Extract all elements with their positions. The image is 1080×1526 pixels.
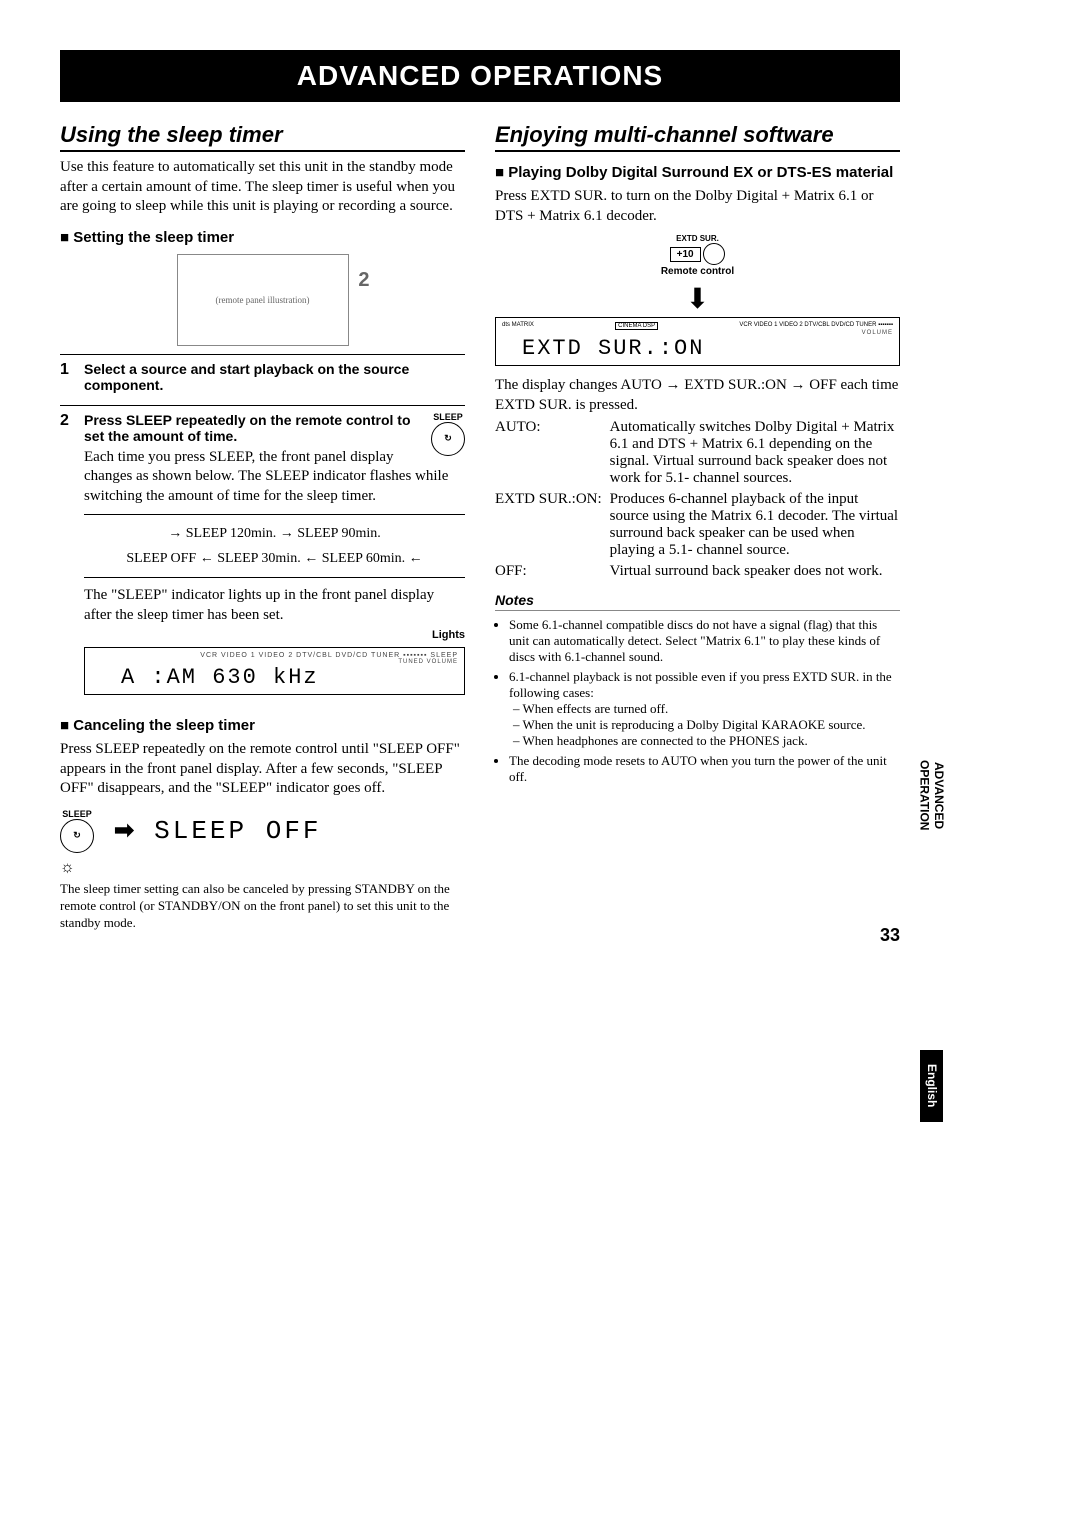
arrow-icon: ➡ — [114, 816, 134, 845]
side-tab-line2: OPERATION — [918, 760, 932, 830]
sleep-cycle-diagram: → SLEEP 120min. → SLEEP 90min. SLEEP OFF… — [84, 514, 465, 578]
remote-top-label: EXTD SUR. — [495, 234, 900, 243]
tip-text: The sleep timer setting can also be canc… — [60, 881, 465, 932]
page-number: 33 — [880, 925, 900, 946]
cancel-body: Press SLEEP repeatedly on the remote con… — [60, 740, 465, 799]
remote-diagram: (remote panel illustration) 2 — [177, 254, 349, 346]
cancel-sleep-head: Canceling the sleep timer — [60, 717, 465, 734]
side-tab-line1: ADVANCED — [932, 762, 946, 829]
lcd2-left: dts MATRIX — [502, 322, 534, 330]
cycle-line-1: → SLEEP 120min. → SLEEP 90min. — [84, 521, 465, 546]
lcd2-cinema: CINEMA DSP — [615, 322, 658, 330]
section-title-multichannel: Enjoying multi-channel software — [495, 122, 900, 152]
sleep-btn-label-2: SLEEP — [62, 809, 92, 819]
front-panel-display-2: dts MATRIX CINEMA DSP VCR VIDEO 1 VIDEO … — [495, 317, 900, 366]
note-2-text: 6.1-channel playback is not possible eve… — [509, 669, 892, 700]
left-column: Using the sleep timer Use this feature t… — [60, 122, 465, 936]
step-2-body: Each time you press SLEEP, the front pan… — [84, 448, 465, 507]
def-val-auto: Automatically switches Dolby Digital + M… — [610, 419, 900, 487]
display-cycle-text: The display changes AUTO → EXTD SUR.:ON … — [495, 376, 900, 415]
page-banner: ADVANCED OPERATIONS — [60, 50, 900, 102]
step-2: 2 SLEEP ↻ Press SLEEP repeatedly on the … — [60, 405, 465, 706]
remote-plus10-button: +10 — [670, 247, 701, 262]
lights-label: Lights — [84, 629, 465, 641]
playing-head: Playing Dolby Digital Surround EX or DTS… — [495, 164, 900, 181]
sleep-icon-label: SLEEP — [433, 412, 463, 422]
side-tab-advanced: ADVANCED OPERATION — [917, 760, 946, 830]
notes-list: Some 6.1-channel compatible discs do not… — [495, 617, 900, 785]
def-key-off: OFF: — [495, 563, 602, 580]
after-cycle-text: The "SLEEP" indicator lights up in the f… — [84, 586, 465, 625]
note-1: Some 6.1-channel compatible discs do not… — [509, 617, 900, 665]
playing-body: Press EXTD SUR. to turn on the Dolby Dig… — [495, 187, 900, 226]
side-tab-english: English — [920, 1050, 942, 1121]
def-key-auto: AUTO: — [495, 419, 602, 487]
down-arrow-icon: ⬇ — [495, 289, 900, 311]
step-2-number: 2 — [60, 412, 74, 706]
tip-icon: ☼ — [60, 859, 465, 877]
setting-sleep-head: Setting the sleep timer — [60, 229, 465, 246]
right-column: Enjoying multi-channel software Playing … — [495, 122, 900, 936]
def-val-off: Virtual surround back speaker does not w… — [610, 563, 900, 580]
lcd2-main: EXTD SUR.:ON — [502, 336, 893, 361]
notes-head: Notes — [495, 592, 900, 611]
lcd1-indicators: VCR VIDEO 1 VIDEO 2 DTV/CBL DVD/CD TUNER… — [91, 652, 458, 659]
front-panel-display-1: VCR VIDEO 1 VIDEO 2 DTV/CBL DVD/CD TUNER… — [84, 647, 465, 695]
lcd1-main: A :AM 630 kHz — [91, 665, 458, 690]
section-title-sleep: Using the sleep timer — [60, 122, 465, 152]
step-1-text: Select a source and start playback on th… — [84, 361, 465, 393]
def-key-extd: EXTD SUR.:ON: — [495, 491, 602, 559]
note-3: The decoding mode resets to AUTO when yo… — [509, 753, 900, 785]
def-val-extd: Produces 6-channel playback of the input… — [610, 491, 900, 559]
sleep-off-display: SLEEP OFF — [154, 816, 321, 846]
note-2: 6.1-channel playback is not possible eve… — [509, 669, 900, 749]
remote-block: EXTD SUR. +10 Remote control — [495, 234, 900, 277]
step-1-number: 1 — [60, 361, 74, 397]
subnote-1: – When effects are turned off. — [513, 701, 900, 717]
mode-definitions: AUTO: Automatically switches Dolby Digit… — [495, 419, 900, 580]
step-1: 1 Select a source and start playback on … — [60, 354, 465, 397]
subnote-2: – When the unit is reproducing a Dolby D… — [513, 717, 900, 733]
sleep-off-row: SLEEP ↻ ➡ SLEEP OFF — [60, 809, 465, 853]
sleep-button-icon: SLEEP ↻ — [431, 412, 465, 456]
step-2-bold: Press SLEEP repeatedly on the remote con… — [84, 412, 465, 444]
subnote-3: – When headphones are connected to the P… — [513, 733, 900, 749]
sleep-button-icon-2: SLEEP ↻ — [60, 809, 94, 853]
intro-paragraph: Use this feature to automatically set th… — [60, 158, 465, 217]
remote-control-label: Remote control — [495, 266, 900, 277]
lcd2-indicators: VCR VIDEO 1 VIDEO 2 DTV/CBL DVD/CD TUNER… — [739, 322, 893, 330]
cycle-line-2: SLEEP OFF ← SLEEP 30min. ← SLEEP 60min. … — [84, 546, 465, 571]
diagram-callout-2: 2 — [358, 269, 369, 292]
